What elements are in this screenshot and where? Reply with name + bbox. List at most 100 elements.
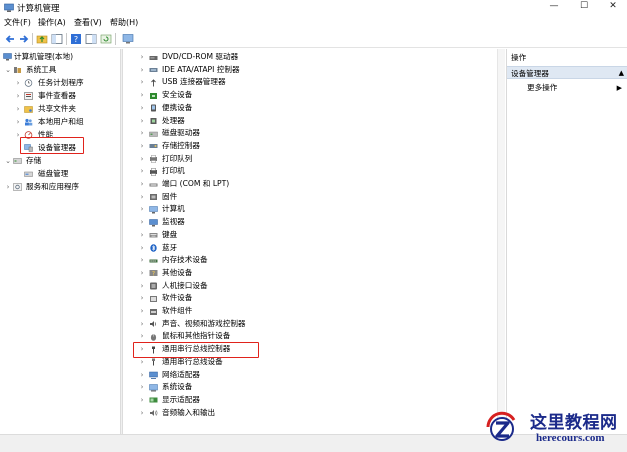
device-category-row[interactable]: › DVD/CD-ROM 驱动器 — [123, 51, 495, 64]
tree-item-task-scheduler[interactable]: › 任务计划程序 — [0, 77, 120, 89]
device-category-row[interactable]: › 人机接口设备 — [123, 280, 495, 293]
device-category-row[interactable]: › 音频输入和输出 — [123, 407, 495, 420]
menu-help[interactable]: 帮助(H) — [110, 17, 138, 29]
device-category-row[interactable]: › 存储控制器 — [123, 140, 495, 153]
forward-icon[interactable] — [18, 33, 30, 45]
device-category-row[interactable]: › 内存技术设备 — [123, 254, 495, 267]
tree-item-local-users[interactable]: › 本地用户和组 — [0, 116, 120, 128]
device-category-row[interactable]: › 网络适配器 — [123, 369, 495, 382]
tree-storage[interactable]: ⌄ 存储 — [0, 155, 120, 167]
expand-arrow-icon[interactable]: › — [139, 292, 145, 305]
tree-item-label: 共享文件夹 — [38, 104, 76, 113]
navigation-tree: 计算机管理(本地) ⌄ 系统工具 › 任务计划程序 › 事件查看器 › 共享文件… — [0, 49, 120, 434]
device-category-row[interactable]: › 软件组件 — [123, 305, 495, 318]
tree-root[interactable]: 计算机管理(本地) — [0, 51, 120, 63]
close-button[interactable]: ✕ — [600, 0, 626, 14]
device-category-row[interactable]: ›? 其他设备 — [123, 267, 495, 280]
device-category-row[interactable]: › 系统设备 — [123, 381, 495, 394]
device-category-row[interactable]: › 监视器 — [123, 216, 495, 229]
expand-arrow-icon[interactable]: › — [139, 280, 145, 293]
menu-file[interactable]: 文件(F) — [4, 17, 31, 29]
properties-icon[interactable] — [85, 33, 97, 45]
device-manager-highlight — [20, 137, 84, 154]
minimize-button[interactable]: — — [541, 0, 567, 14]
menu-action[interactable]: 操作(A) — [38, 17, 66, 29]
device-category-row[interactable]: › 安全设备 — [123, 89, 495, 102]
back-icon[interactable] — [4, 33, 16, 45]
device-category-row[interactable]: › 软件设备 — [123, 292, 495, 305]
help-icon[interactable]: ? — [70, 33, 82, 45]
expand-arrow-icon[interactable]: › — [139, 381, 145, 394]
expand-arrow-icon[interactable]: › — [139, 76, 145, 89]
device-category-row[interactable]: › USB 连接器管理器 — [123, 76, 495, 89]
expand-arrow-icon[interactable]: › — [139, 140, 145, 153]
expand-arrow-icon[interactable]: › — [139, 254, 145, 267]
network-adapter-icon — [149, 371, 158, 379]
expand-arrow-icon[interactable]: › — [15, 77, 21, 89]
device-category-label: 音频输入和输出 — [162, 407, 216, 417]
expand-arrow-icon[interactable]: › — [139, 153, 145, 166]
expand-arrow-icon[interactable]: › — [139, 64, 145, 77]
expand-arrow-icon[interactable]: › — [139, 51, 145, 64]
device-category-row[interactable]: › 打印队列 — [123, 153, 495, 166]
tree-item-shared-folders[interactable]: › 共享文件夹 — [0, 103, 120, 115]
show-hide-tree-icon[interactable] — [51, 33, 63, 45]
expand-arrow-icon[interactable]: › — [139, 191, 145, 204]
tree-item-event-viewer[interactable]: › 事件查看器 — [0, 90, 120, 102]
actions-header: 操作 — [507, 51, 627, 64]
scan-hardware-icon[interactable] — [122, 33, 134, 45]
collapse-triangle-icon[interactable]: ▲ — [619, 67, 624, 80]
device-category-label: 显示适配器 — [162, 394, 200, 404]
up-folder-icon[interactable] — [36, 33, 48, 45]
expand-arrow-icon[interactable]: › — [5, 181, 11, 193]
refresh-icon[interactable] — [100, 33, 112, 45]
device-category-row[interactable]: › 计算机 — [123, 203, 495, 216]
computer-management-window: 计算机管理 — ☐ ✕ 文件(F) 操作(A) 查看(V) 帮助(H) ? 计算… — [0, 0, 627, 452]
device-category-row[interactable]: › 便携设备 — [123, 102, 495, 115]
expand-arrow-icon[interactable]: › — [139, 229, 145, 242]
expand-arrow-icon[interactable]: › — [139, 102, 145, 115]
expand-arrow-icon[interactable]: › — [139, 407, 145, 420]
expand-arrow-icon[interactable]: › — [139, 242, 145, 255]
expand-arrow-icon[interactable]: › — [139, 203, 145, 216]
device-category-row[interactable]: › IDE ATA/ATAPI 控制器 — [123, 64, 495, 77]
device-category-label: 人机接口设备 — [162, 280, 208, 290]
expand-arrow-icon[interactable]: › — [139, 394, 145, 407]
expand-arrow-icon[interactable]: › — [139, 165, 145, 178]
expand-arrow-icon[interactable]: › — [15, 103, 21, 115]
tree-services[interactable]: › 服务和应用程序 — [0, 181, 120, 193]
device-category-row[interactable]: › 声音、视频和游戏控制器 — [123, 318, 495, 331]
expand-arrow-icon[interactable]: › — [139, 318, 145, 331]
device-category-row[interactable]: › 蓝牙 — [123, 242, 495, 255]
device-category-label: 固件 — [162, 191, 178, 201]
expand-arrow-icon[interactable]: › — [139, 178, 145, 191]
device-category-row[interactable]: › 显示适配器 — [123, 394, 495, 407]
expand-arrow-icon[interactable]: › — [139, 369, 145, 382]
expand-arrow-icon[interactable]: › — [139, 115, 145, 128]
expand-arrow-icon[interactable]: › — [139, 305, 145, 318]
device-category-row[interactable]: › 打印机 — [123, 165, 495, 178]
device-category-row[interactable]: › 端口 (COM 和 LPT) — [123, 178, 495, 191]
actions-selected-item[interactable]: 设备管理器 ▲ — [507, 66, 627, 79]
expand-arrow-icon[interactable]: › — [139, 267, 145, 280]
expand-arrow-icon[interactable]: › — [139, 89, 145, 102]
vertical-scrollbar[interactable] — [497, 49, 505, 434]
software-device-icon — [150, 295, 157, 302]
submenu-arrow-icon[interactable]: ▶ — [617, 82, 622, 94]
expand-arrow-icon[interactable]: › — [139, 127, 145, 140]
collapse-arrow-icon[interactable]: ⌄ — [5, 155, 11, 167]
more-actions-link[interactable]: 更多操作 — [527, 82, 557, 94]
expand-arrow-icon[interactable]: › — [15, 90, 21, 102]
collapse-arrow-icon[interactable]: ⌄ — [5, 64, 11, 76]
tree-disk-management[interactable]: 磁盘管理 — [0, 168, 120, 180]
maximize-button[interactable]: ☐ — [571, 0, 597, 14]
menu-view[interactable]: 查看(V) — [74, 17, 102, 29]
expand-arrow-icon[interactable]: › — [15, 116, 21, 128]
device-category-row[interactable]: › 键盘 — [123, 229, 495, 242]
clock-icon — [24, 79, 33, 87]
device-category-row[interactable]: › 处理器 — [123, 115, 495, 128]
expand-arrow-icon[interactable]: › — [139, 216, 145, 229]
tree-system-tools[interactable]: ⌄ 系统工具 — [0, 64, 120, 76]
device-category-row[interactable]: › 磁盘驱动器 — [123, 127, 495, 140]
device-category-row[interactable]: › 固件 — [123, 191, 495, 204]
